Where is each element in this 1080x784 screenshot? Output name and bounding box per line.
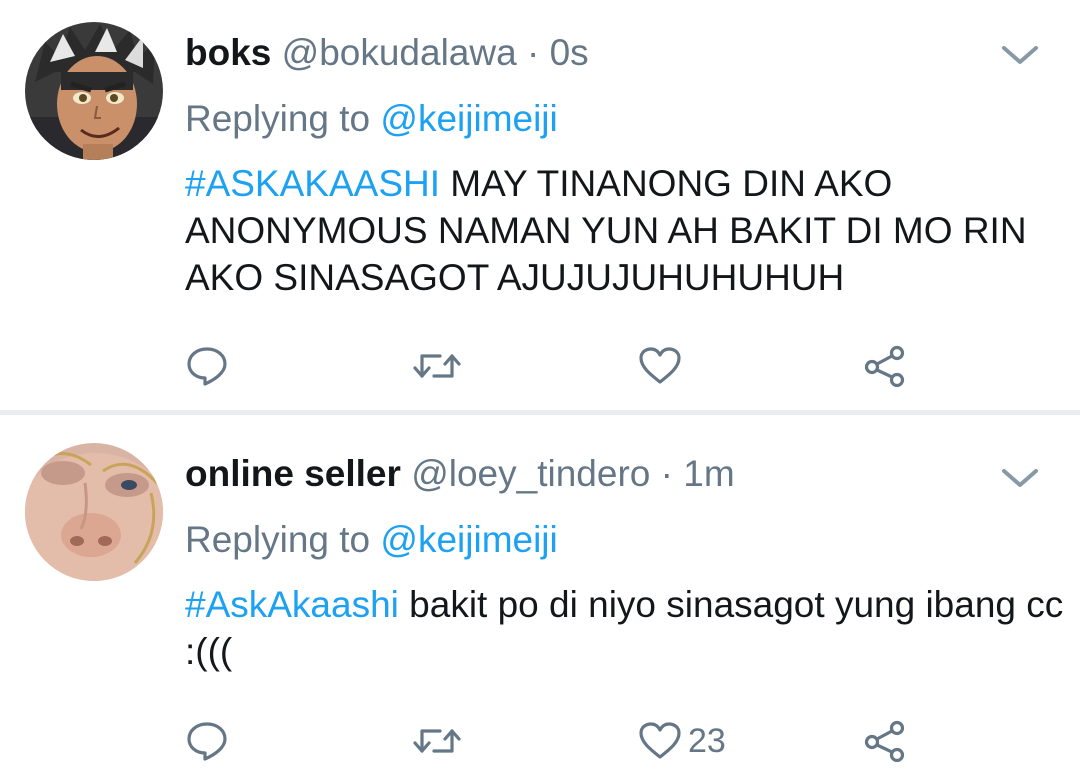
share-button[interactable] (862, 716, 908, 766)
display-name[interactable]: boks (185, 32, 271, 73)
tweet-header: boks @bokudalawa · 0s (185, 28, 589, 78)
reply-icon (187, 347, 227, 386)
reply-button[interactable] (186, 341, 228, 391)
tweet-text: #AskAkaashi bakit po di niyo sinasagot y… (185, 581, 1065, 675)
tweet-header: online seller @loey_tindero · 1m (185, 449, 735, 499)
replying-to-line: Replying to @keijimeiji (185, 94, 558, 144)
share-button[interactable] (862, 341, 908, 391)
separator-dot: · (660, 453, 673, 494)
chevron-down-icon (1002, 46, 1038, 64)
share-icon (864, 720, 905, 762)
timestamp[interactable]: 1m (683, 453, 734, 494)
like-button[interactable] (638, 341, 688, 391)
separator-dot: · (526, 32, 540, 73)
handle[interactable]: @bokudalawa (282, 32, 517, 73)
like-button[interactable]: 23 (638, 716, 726, 766)
like-count: 23 (688, 722, 726, 760)
tweet-actions: 23 (0, 716, 1080, 766)
heart-icon (639, 347, 681, 384)
tweet-menu-button[interactable] (998, 40, 1042, 70)
replying-mention-link[interactable]: @keijimeiji (380, 98, 557, 139)
tweet-text: #ASKAKAASHI MAY TINANONG DIN AKO ANONYMO… (185, 160, 1065, 301)
display-name[interactable]: online seller (185, 453, 401, 494)
handle[interactable]: @loey_tindero (411, 453, 650, 494)
reply-icon (187, 722, 227, 761)
avatar[interactable] (25, 443, 163, 581)
tweet[interactable]: online seller @loey_tindero · 1m Replyin… (0, 415, 1080, 784)
replying-label: Replying to (185, 519, 371, 560)
retweet-icon (413, 354, 461, 378)
avatar[interactable] (25, 22, 163, 160)
replying-mention-link[interactable]: @keijimeiji (380, 519, 557, 560)
replying-to-line: Replying to @keijimeiji (185, 515, 558, 565)
share-icon (864, 345, 905, 387)
chevron-down-icon (1002, 469, 1038, 487)
heart-icon (639, 722, 681, 759)
retweet-button[interactable] (412, 341, 462, 391)
hashtag-link[interactable]: #ASKAKAASHI (185, 163, 440, 204)
replying-label: Replying to (185, 98, 371, 139)
retweet-icon (413, 729, 461, 753)
closeup-face-avatar-icon (25, 443, 163, 581)
retweet-button[interactable] (412, 716, 462, 766)
tweet[interactable]: boks @bokudalawa · 0s Replying to @keiji… (0, 0, 1080, 411)
anime-character-avatar-icon (25, 22, 163, 160)
tweet-menu-button[interactable] (998, 463, 1042, 493)
timestamp[interactable]: 0s (550, 32, 589, 73)
tweet-actions (0, 341, 1080, 391)
reply-button[interactable] (186, 716, 228, 766)
hashtag-link[interactable]: #AskAkaashi (185, 584, 399, 625)
